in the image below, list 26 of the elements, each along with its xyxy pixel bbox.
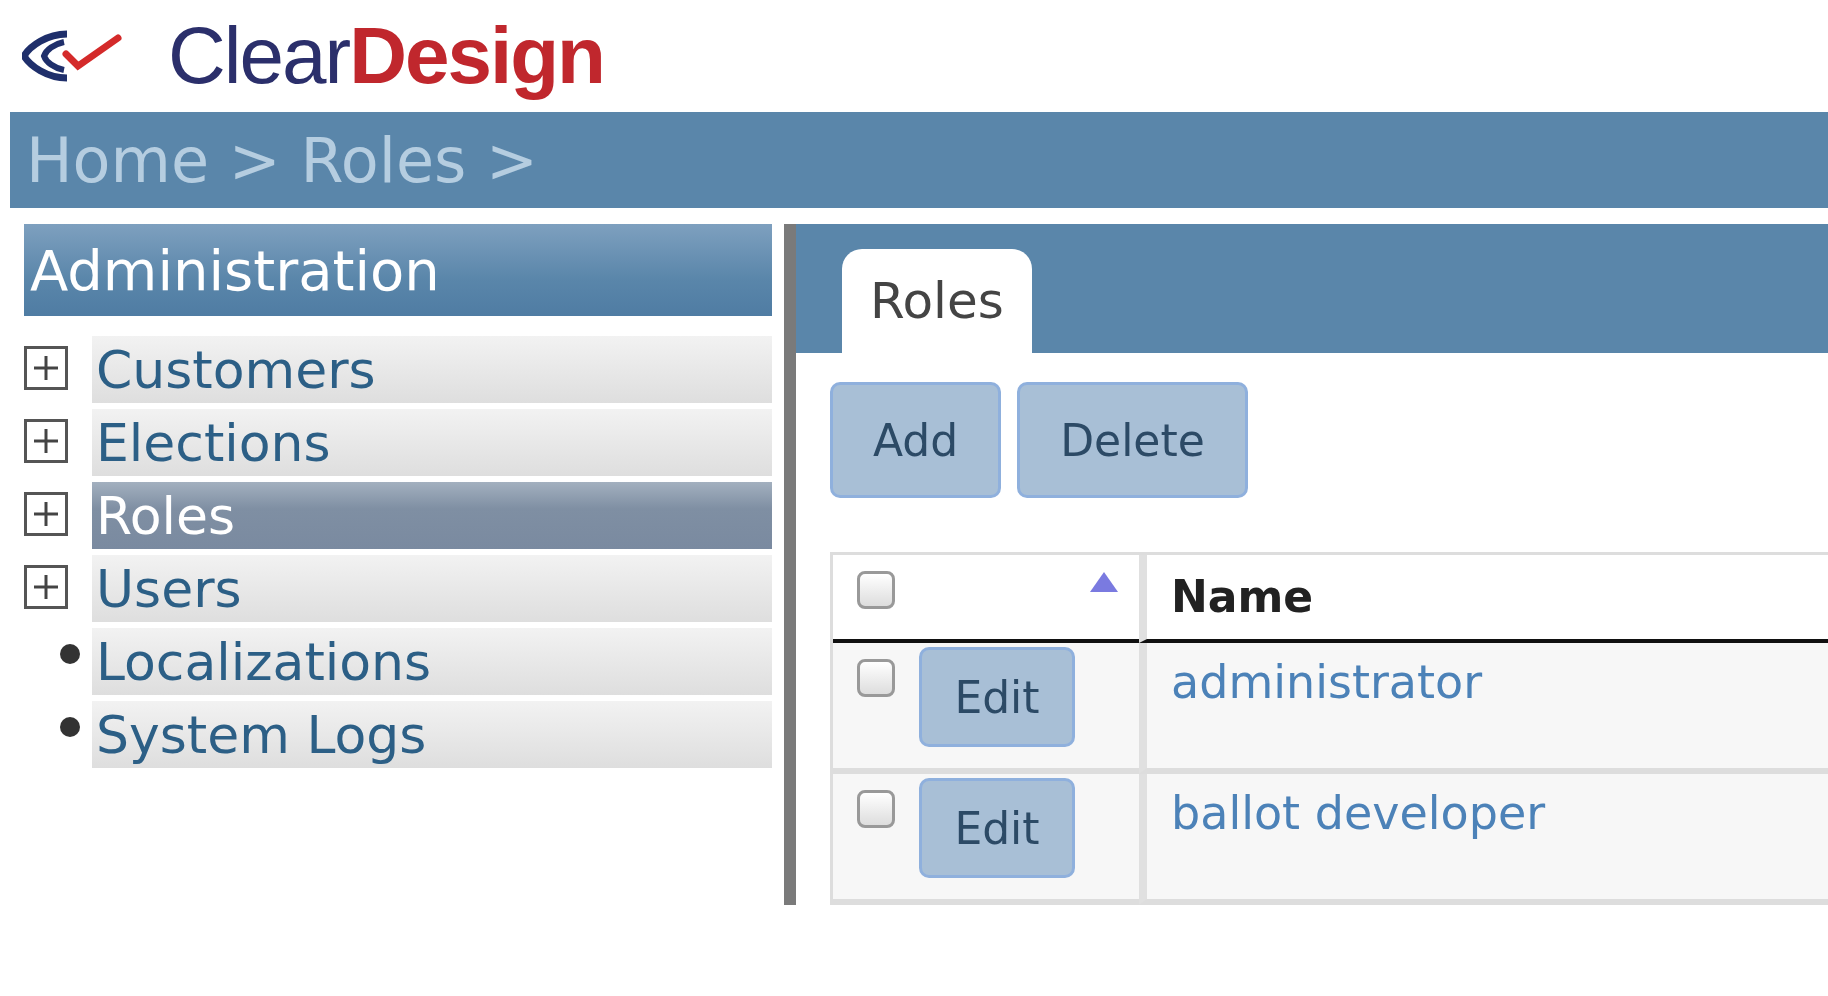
- toolbar-button[interactable]: Delete: [1017, 382, 1248, 498]
- sort-ascending-icon[interactable]: [1089, 571, 1119, 593]
- edit-button[interactable]: Edit: [919, 778, 1075, 878]
- column-header[interactable]: Name: [1171, 571, 1314, 622]
- sidebar-item[interactable]: Customers: [92, 336, 772, 403]
- role-name-link[interactable]: administrator: [1171, 655, 1483, 709]
- bullet-icon: [58, 642, 82, 666]
- row-checkbox[interactable]: [857, 790, 895, 828]
- sidebar-item[interactable]: Elections: [92, 409, 772, 476]
- plus-box-icon[interactable]: [24, 565, 68, 609]
- select-all-checkbox[interactable]: [857, 571, 895, 609]
- sidebar-item[interactable]: Localizations: [92, 628, 772, 695]
- logo-wordmark: ClearDesign: [168, 10, 604, 102]
- sidebar-item[interactable]: Roles: [92, 482, 772, 549]
- sidebar-item[interactable]: Users: [92, 555, 772, 622]
- breadcrumb: Home > Roles >: [10, 112, 1828, 208]
- edit-button[interactable]: Edit: [919, 647, 1075, 747]
- sidebar-item[interactable]: System Logs: [92, 701, 772, 768]
- plus-box-icon[interactable]: [24, 492, 68, 536]
- sidebar-title: Administration: [24, 224, 772, 316]
- plus-box-icon[interactable]: [24, 419, 68, 463]
- toolbar-button[interactable]: Add: [830, 382, 1002, 498]
- row-checkbox[interactable]: [857, 659, 895, 697]
- plus-box-icon[interactable]: [24, 346, 68, 390]
- bullet-icon: [58, 715, 82, 739]
- tab[interactable]: Roles: [842, 249, 1032, 353]
